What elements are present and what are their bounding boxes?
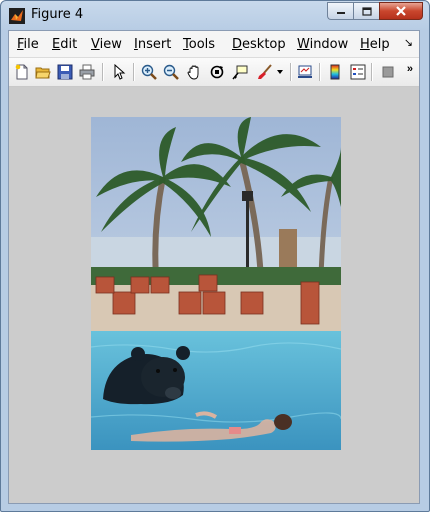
figure-client-area: File Edit View Insert Tools Desktop Wind… [8, 30, 420, 504]
minimize-icon [336, 12, 345, 14]
figure-window: Figure 4 File Edit View Insert Tools Des… [0, 0, 430, 512]
menu-window-label: indow [309, 37, 349, 52]
brush-dropdown-icon[interactable] [275, 62, 285, 82]
maximize-icon [361, 6, 372, 16]
colorbar-icon[interactable] [325, 62, 345, 82]
matlab-logo-icon [9, 8, 25, 24]
toolbar-overflow-icon[interactable]: » [407, 63, 413, 75]
figure-toolbar: » [9, 57, 419, 87]
print-icon[interactable] [77, 62, 97, 82]
data-cursor-icon[interactable] [230, 62, 250, 82]
menu-help-label: elp [369, 37, 390, 52]
toolbar-separator [319, 63, 321, 81]
menu-insert[interactable]: Insert [134, 37, 171, 52]
menu-window-mnemonic: W [297, 37, 310, 52]
toolbar-separator [133, 63, 135, 81]
pointer-icon[interactable] [109, 62, 129, 82]
menu-tools-label: ools [188, 37, 216, 52]
menu-edit-mnemonic: E [52, 37, 61, 52]
pan-icon[interactable] [184, 62, 204, 82]
hide-plot-tools-icon[interactable] [378, 62, 398, 82]
close-icon [396, 6, 406, 16]
menu-edit-label: dit [60, 37, 78, 52]
new-figure-icon[interactable] [12, 62, 32, 82]
open-file-icon[interactable] [33, 62, 53, 82]
rotate-3d-icon[interactable] [207, 62, 227, 82]
menu-view[interactable]: View [91, 37, 122, 52]
menu-desktop-mnemonic: D [232, 37, 243, 52]
zoom-in-icon[interactable] [139, 62, 159, 82]
menu-overflow-icon[interactable]: ↘ [404, 36, 413, 49]
menu-file-label: ile [23, 37, 39, 52]
menu-tools[interactable]: Tools [183, 37, 215, 52]
menu-desktop-label: esktop [242, 37, 286, 52]
maximize-button[interactable] [353, 2, 379, 20]
minimize-button[interactable] [327, 2, 353, 20]
title-bar[interactable]: Figure 4 [1, 1, 429, 30]
legend-icon[interactable] [348, 62, 368, 82]
toolbar-separator [371, 63, 373, 81]
zoom-out-icon[interactable] [161, 62, 181, 82]
caption-buttons [327, 2, 423, 21]
close-button[interactable] [379, 2, 423, 20]
menu-file[interactable]: File [17, 37, 39, 52]
menu-view-mnemonic: V [91, 37, 100, 52]
menu-desktop[interactable]: Desktop [232, 37, 286, 52]
brush-icon[interactable] [255, 62, 275, 82]
menu-insert-label: nsert [137, 37, 172, 52]
menu-help-mnemonic: H [360, 37, 370, 52]
figure-canvas [9, 87, 419, 503]
menu-window[interactable]: Window [297, 37, 348, 52]
menu-help[interactable]: Help [360, 37, 390, 52]
menu-view-label: iew [99, 37, 122, 52]
pool-scene-image [91, 117, 341, 450]
window-title: Figure 4 [31, 7, 84, 22]
menu-bar: File Edit View Insert Tools Desktop Wind… [9, 31, 419, 57]
toolbar-separator [102, 63, 104, 81]
toolbar-separator [290, 63, 292, 81]
link-plot-icon[interactable] [295, 62, 315, 82]
menu-edit[interactable]: Edit [52, 37, 77, 52]
save-icon[interactable] [55, 62, 75, 82]
